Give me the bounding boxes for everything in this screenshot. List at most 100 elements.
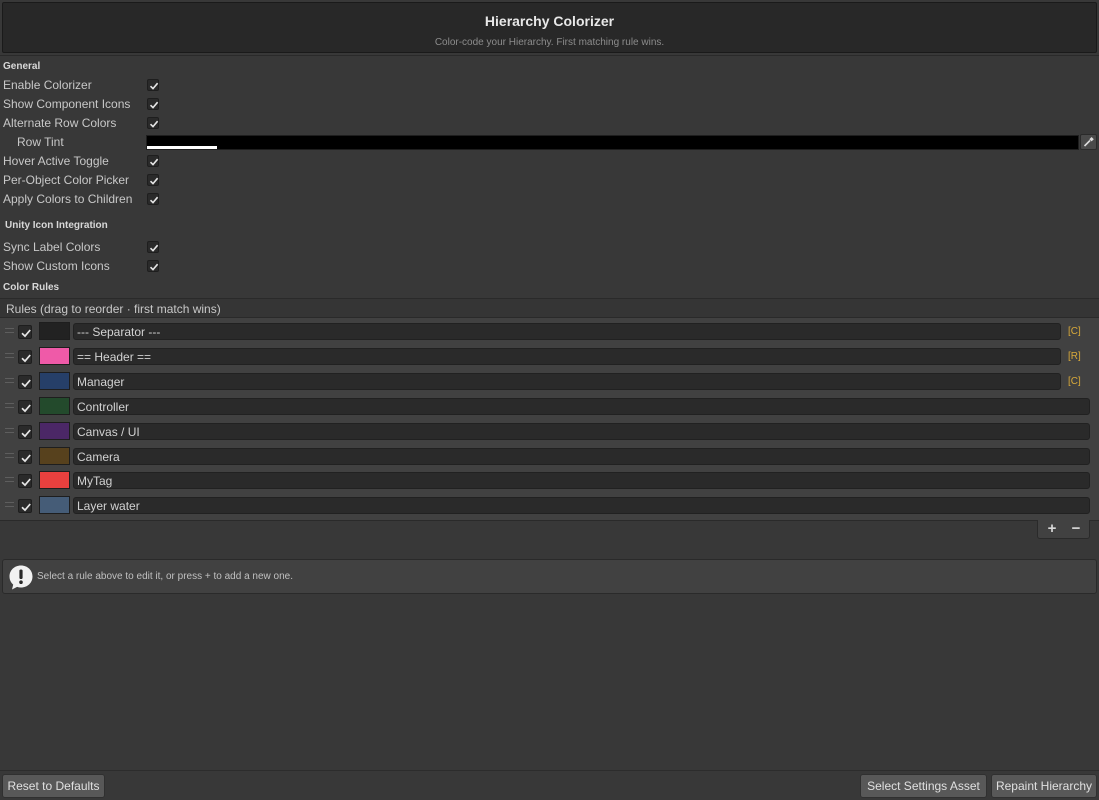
rule-row[interactable]: --- Separator --- [C] <box>0 319 1099 343</box>
checkmark-icon <box>149 120 159 128</box>
divider <box>0 55 1099 56</box>
rule-row[interactable]: Manager [C] <box>0 369 1099 393</box>
alpha-bar <box>147 146 217 149</box>
rule-name-field[interactable]: Manager <box>73 373 1061 390</box>
rule-enabled-toggle[interactable] <box>18 350 32 364</box>
apply-colors-to-children-row: Apply Colors to Children <box>0 190 1099 209</box>
section-color-rules-label: Color Rules <box>3 282 60 293</box>
rule-name-field[interactable]: == Header == <box>73 348 1061 365</box>
rule-enabled-toggle[interactable] <box>18 474 32 488</box>
sync-label-colors-toggle[interactable] <box>147 241 159 253</box>
enable-colorizer-toggle[interactable] <box>147 79 159 91</box>
hierarchy-colorizer-window: Hierarchy Colorizer Color-code your Hier… <box>0 0 1099 800</box>
rule-name-field[interactable]: Controller <box>73 398 1090 415</box>
rule-enabled-toggle[interactable] <box>18 425 32 439</box>
rule-row[interactable]: Canvas / UI <box>0 419 1099 443</box>
repaint-hierarchy-button[interactable]: Repaint Hierarchy <box>991 774 1097 798</box>
window-subtitle: Color-code your Hierarchy. First matchin… <box>434 37 665 48</box>
drag-handle-icon[interactable] <box>5 428 14 433</box>
reset-to-defaults-button[interactable]: Reset to Defaults <box>2 774 105 798</box>
divider <box>0 770 1099 771</box>
drag-handle-icon[interactable] <box>5 453 14 458</box>
rule-color-swatch[interactable] <box>39 496 70 514</box>
rule-enabled-toggle[interactable] <box>18 325 32 339</box>
rule-enabled-toggle[interactable] <box>18 450 32 464</box>
show-custom-icons-toggle[interactable] <box>147 260 159 272</box>
checkmark-icon <box>21 404 31 413</box>
checkmark-icon <box>149 196 159 204</box>
hover-active-toggle-row: Hover Active Toggle <box>0 152 1099 171</box>
checkmark-icon <box>21 329 31 338</box>
rule-color-swatch[interactable] <box>39 397 70 415</box>
section-general-label: General <box>3 61 41 72</box>
rule-enabled-toggle[interactable] <box>18 499 32 513</box>
eyedropper-icon <box>1083 137 1094 147</box>
drag-handle-icon[interactable] <box>5 353 14 358</box>
info-speech-bubble-icon <box>9 565 33 590</box>
alternate-row-colors-label: Alternate Row Colors <box>3 116 117 130</box>
per-object-color-picker-label: Per-Object Color Picker <box>3 173 130 187</box>
rule-row[interactable]: == Header == [R] <box>0 344 1099 368</box>
rule-color-swatch[interactable] <box>39 447 70 465</box>
rule-enabled-toggle[interactable] <box>18 375 32 389</box>
drag-handle-icon[interactable] <box>5 477 14 482</box>
rule-color-swatch[interactable] <box>39 372 70 390</box>
drag-handle-icon[interactable] <box>5 502 14 507</box>
rule-name-field[interactable]: Layer water <box>73 497 1090 514</box>
rule-name-field[interactable]: MyTag <box>73 472 1090 489</box>
select-settings-asset-button[interactable]: Select Settings Asset <box>860 774 987 798</box>
rule-match-badge: [C] <box>1068 376 1081 387</box>
show-component-icons-toggle[interactable] <box>147 98 159 110</box>
rule-color-swatch[interactable] <box>39 471 70 489</box>
help-text: Select a rule above to edit it, or press… <box>37 571 293 582</box>
drag-handle-icon[interactable] <box>5 378 14 383</box>
window-title: Hierarchy Colorizer <box>484 13 615 29</box>
rules-list: --- Separator --- [C] == Header == [R] M… <box>0 318 1099 521</box>
section-unity-icons-label: Unity Icon Integration <box>5 220 108 231</box>
apply-colors-to-children-toggle[interactable] <box>147 193 159 205</box>
apply-colors-to-children-label: Apply Colors to Children <box>3 192 133 206</box>
show-custom-icons-label: Show Custom Icons <box>3 259 110 273</box>
rule-name-field[interactable]: Canvas / UI <box>73 423 1090 440</box>
rule-color-swatch[interactable] <box>39 347 70 365</box>
hover-active-toggle-checkbox[interactable] <box>147 155 159 167</box>
header-panel: Hierarchy Colorizer Color-code your Hier… <box>2 2 1097 53</box>
rule-color-swatch[interactable] <box>39 322 70 340</box>
hover-active-toggle-label: Hover Active Toggle <box>3 154 109 168</box>
show-component-icons-label: Show Component Icons <box>3 97 131 111</box>
rule-match-badge: [R] <box>1068 351 1081 362</box>
checkmark-icon <box>21 429 31 438</box>
checkmark-icon <box>21 379 31 388</box>
checkmark-icon <box>149 244 159 252</box>
per-object-color-picker-row: Per-Object Color Picker <box>0 171 1099 190</box>
row-tint-color-field[interactable] <box>146 135 1079 150</box>
checkmark-icon <box>21 478 31 487</box>
rule-enabled-toggle[interactable] <box>18 400 32 414</box>
checkmark-icon <box>21 503 31 512</box>
list-footer: + − <box>1037 520 1090 539</box>
show-custom-icons-row: Show Custom Icons <box>0 257 1099 276</box>
rule-name-field[interactable]: --- Separator --- <box>73 323 1061 340</box>
checkmark-icon <box>149 82 159 90</box>
checkmark-icon <box>149 101 159 109</box>
help-box: Select a rule above to edit it, or press… <box>2 559 1097 594</box>
alternate-row-colors-toggle[interactable] <box>147 117 159 129</box>
alternate-row-colors-row: Alternate Row Colors <box>0 114 1099 133</box>
add-rule-button[interactable]: + <box>1040 520 1064 539</box>
drag-handle-icon[interactable] <box>5 328 14 333</box>
remove-rule-button[interactable]: − <box>1064 520 1088 539</box>
eyedropper-button[interactable] <box>1080 134 1097 150</box>
sync-label-colors-label: Sync Label Colors <box>3 240 101 254</box>
drag-handle-icon[interactable] <box>5 403 14 408</box>
rule-color-swatch[interactable] <box>39 422 70 440</box>
rule-row[interactable]: MyTag <box>0 468 1099 492</box>
per-object-color-picker-toggle[interactable] <box>147 174 159 186</box>
rule-name-field[interactable]: Camera <box>73 448 1090 465</box>
rule-row[interactable]: Layer water <box>0 493 1099 517</box>
row-tint-label: Row Tint <box>17 135 64 149</box>
rule-row[interactable]: Controller <box>0 394 1099 418</box>
checkmark-icon <box>149 177 159 185</box>
rule-row[interactable]: Camera <box>0 444 1099 468</box>
rules-list-header-label: Rules (drag to reorder · first match win… <box>6 302 221 316</box>
checkmark-icon <box>21 354 31 363</box>
